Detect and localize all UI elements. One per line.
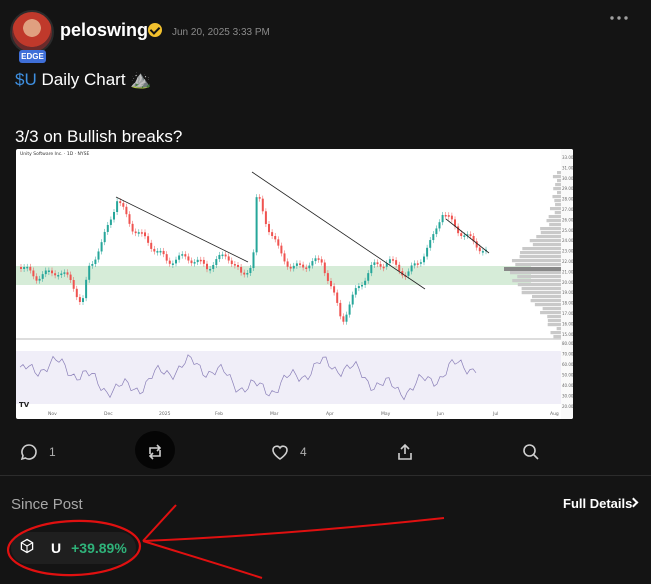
unity-logo-icon xyxy=(19,538,35,559)
price-tick: 30.00 xyxy=(562,176,573,181)
rsi-tick: 50.00 xyxy=(562,373,573,378)
divider xyxy=(0,475,651,476)
time-tick: May xyxy=(381,411,391,417)
time-tick: 2025 xyxy=(159,411,171,417)
price-tick: 21.00 xyxy=(562,269,573,274)
time-tick: Mar xyxy=(270,411,279,417)
ticker-change: +39.89% xyxy=(71,540,127,556)
time-tick: Dec xyxy=(104,411,113,417)
since-post-label: Since Post xyxy=(11,496,83,513)
time-tick: Nov xyxy=(48,411,57,417)
rsi-tick: 70.00 xyxy=(562,352,573,357)
avatar[interactable] xyxy=(10,10,54,54)
share-icon xyxy=(395,442,415,462)
post-text-line2: 3/3 on Bullish breaks? xyxy=(15,127,183,146)
time-tick: Jun xyxy=(436,411,444,417)
price-tick: 18.00 xyxy=(562,301,573,306)
repost-button[interactable] xyxy=(145,439,165,465)
chart-title: Unity Software Inc. · 1D · NYSE xyxy=(20,151,89,157)
volume-profile xyxy=(504,171,561,339)
rsi-band xyxy=(16,351,561,404)
trendline-3 xyxy=(445,218,490,254)
price-tick: 17.00 xyxy=(562,311,573,316)
edge-badge: EDGE xyxy=(19,50,46,63)
candles xyxy=(20,194,487,325)
time-tick: Apr xyxy=(326,411,334,417)
price-tick: 20.00 xyxy=(562,280,573,285)
time-tick: Aug xyxy=(550,411,559,417)
price-tick: 31.00 xyxy=(562,165,573,170)
comment-icon xyxy=(19,442,39,462)
post-text-line1: $U Daily Chart ⛰️ xyxy=(15,70,151,90)
heart-icon xyxy=(270,442,290,462)
post-timestamp[interactable]: Jun 20, 2025 3:33 PM xyxy=(172,27,270,38)
like-button[interactable]: 4 xyxy=(270,439,307,465)
repost-icon xyxy=(145,442,165,462)
comment-count: 1 xyxy=(49,445,56,459)
cashtag-link[interactable]: $U xyxy=(15,70,37,89)
price-tick: 28.00 xyxy=(562,197,573,202)
price-tick: 23.00 xyxy=(562,249,573,254)
like-count: 4 xyxy=(300,445,307,459)
price-tick: 26.00 xyxy=(562,217,573,222)
price-tick: 22.00 xyxy=(562,259,573,264)
share-button[interactable] xyxy=(395,439,415,465)
username[interactable]: peloswing xyxy=(60,20,148,41)
time-axis: Nov Dec 2025 Feb Mar Apr May Jun Jul Aug xyxy=(48,411,559,417)
comment-button[interactable]: 1 xyxy=(19,439,56,465)
price-tick: 25.00 xyxy=(562,228,573,233)
rsi-tick: 20.00 xyxy=(562,404,573,409)
search-button[interactable] xyxy=(521,439,541,465)
rsi-tick: 60.00 xyxy=(562,362,573,367)
time-tick: Jul xyxy=(492,411,498,417)
support-zone xyxy=(16,266,531,285)
tv-logo: TV xyxy=(19,401,30,409)
price-tick: 33.00 xyxy=(562,155,573,160)
time-tick: Feb xyxy=(215,411,223,417)
more-options-icon[interactable] xyxy=(604,10,634,26)
price-tick: 16.00 xyxy=(562,321,573,326)
search-icon xyxy=(521,442,541,462)
price-tick: 15.00 xyxy=(562,332,573,337)
price-tick: 29.00 xyxy=(562,186,573,191)
price-tick: 19.00 xyxy=(562,290,573,295)
price-tick: 24.00 xyxy=(562,238,573,243)
ticker-chip[interactable]: U +39.89% xyxy=(11,532,136,564)
verified-icon xyxy=(148,23,162,37)
ticker-symbol: U xyxy=(51,540,62,556)
price-tick: 27.00 xyxy=(562,207,573,212)
chart-image[interactable]: 33.00 31.00 30.00 29.00 28.00 27.00 26.00 25.00… xyxy=(16,149,573,419)
rsi-tick: 30.00 xyxy=(562,394,573,399)
rsi-tick: 40.00 xyxy=(562,383,573,388)
full-details-link[interactable]: Full Details xyxy=(563,496,632,511)
post-text-rest: Daily Chart ⛰️ xyxy=(36,70,152,89)
rsi-tick: 80.00 xyxy=(562,341,573,346)
